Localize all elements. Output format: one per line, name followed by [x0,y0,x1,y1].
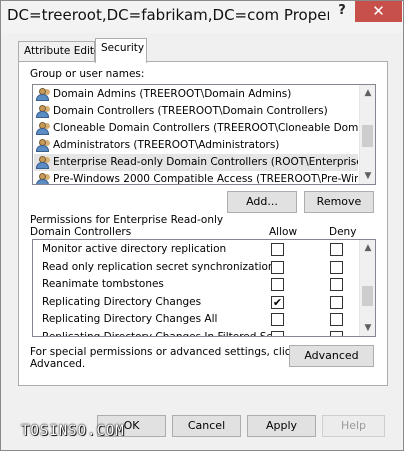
permission-name: Read only replication secret synchroniza… [42,261,275,273]
permission-row: Monitor active directory replication [33,241,360,258]
watermark: TOSINSO.COM [21,423,125,439]
advanced-hint-line1: For special permissions or advanced sett… [30,346,297,358]
allow-checkbox[interactable] [271,243,284,256]
permission-name: Monitor active directory replication [42,243,227,255]
user-group-icon [36,122,51,135]
group-list-scrollbar[interactable]: ▲ ▼ [359,85,375,184]
tab-security[interactable]: Security [95,38,147,63]
close-icon: ✕ [372,2,385,20]
scroll-down-icon[interactable]: ▼ [360,320,375,336]
permissions-label-line2: Domain Controllers [30,226,132,238]
permissions-list[interactable]: Monitor active directory replication Rea… [32,239,376,337]
allow-checkbox[interactable] [271,331,284,336]
permission-name: Reanimate tombstones [42,278,164,290]
properties-dialog: DC=treeroot,DC=fabrikam,DC=com Propertie… [0,0,404,451]
scroll-up-icon[interactable]: ▲ [360,240,375,256]
group-user-list[interactable]: Domain Admins (TREEROOT\Domain Admins) D… [32,84,376,185]
permission-name: Replicating Directory Changes [42,296,202,308]
list-item[interactable]: Administrators (TREEROOT\Administrators) [34,137,358,154]
apply-button[interactable]: Apply [247,415,316,437]
permission-row: Reanimate tombstones [33,276,360,293]
permission-row: Replicating Directory Changes All [33,311,360,328]
permissions-scrollbar[interactable]: ▲ ▼ [359,240,375,336]
close-button[interactable]: ✕ [355,1,402,22]
deny-checkbox[interactable] [330,331,343,336]
cancel-button[interactable]: Cancel [172,415,241,437]
permission-row: Read only replication secret synchroniza… [33,259,360,276]
advanced-button[interactable]: Advanced [289,345,374,367]
allow-checkbox[interactable] [271,313,284,326]
list-item-selected[interactable]: Enterprise Read-only Domain Controllers … [34,154,358,171]
help-button[interactable]: Help [322,415,385,437]
user-group-icon [36,156,51,169]
list-item[interactable]: Domain Controllers (TREEROOT\Domain Cont… [34,103,358,120]
deny-checkbox[interactable] [330,243,343,256]
scroll-thumb[interactable] [362,125,373,147]
permission-name: Replicating Directory Changes In Filtere… [42,331,277,337]
deny-checkbox[interactable] [330,296,343,309]
permission-row: Replicating Directory Changes ✔ [33,294,360,311]
deny-checkbox[interactable] [330,261,343,274]
remove-button[interactable]: Remove [304,191,374,213]
deny-checkbox[interactable] [330,313,343,326]
deny-checkbox[interactable] [330,278,343,291]
scroll-up-icon[interactable]: ▲ [360,85,375,101]
scroll-down-icon[interactable]: ▼ [360,168,375,184]
group-names-label: Group or user names: [30,68,145,80]
permissions-label-line1: Permissions for Enterprise Read-only [30,214,224,226]
allow-checkbox[interactable] [271,278,284,291]
list-item-label: Domain Controllers (TREEROOT\Domain Cont… [53,105,328,117]
user-group-icon [36,105,51,118]
help-title-button[interactable]: ? [329,1,355,22]
deny-column-header: Deny [329,226,357,238]
allow-checkbox[interactable] [271,261,284,274]
list-item[interactable]: Domain Admins (TREEROOT\Domain Admins) [34,86,358,103]
window-title: DC=treeroot,DC=fabrikam,DC=com Propertie… [7,6,360,24]
advanced-hint-line2: Advanced. [30,358,86,370]
allow-column-header: Allow [269,226,298,238]
permission-name: Replicating Directory Changes All [42,313,218,325]
question-icon: ? [338,3,346,18]
user-group-icon [36,139,51,152]
user-group-icon [36,173,51,184]
list-item-label: Administrators (TREEROOT\Administrators) [53,139,280,151]
list-item-label: Enterprise Read-only Domain Controllers … [53,156,358,168]
tab-attribute-editor[interactable]: Attribute Editor [18,41,105,62]
allow-checkbox-checked[interactable]: ✔ [271,296,284,309]
scroll-thumb[interactable] [362,286,373,306]
permission-row: Replicating Directory Changes In Filtere… [33,329,360,337]
list-item-label: Domain Admins (TREEROOT\Domain Admins) [53,88,292,100]
list-item[interactable]: Cloneable Domain Controllers (TREEROOT\C… [34,120,358,137]
list-item-label: Pre-Windows 2000 Compatible Access (TREE… [53,173,358,185]
list-item-label: Cloneable Domain Controllers (TREEROOT\C… [53,122,358,134]
add-button[interactable]: Add... [227,191,297,213]
user-group-icon [36,88,51,101]
title-bar[interactable]: DC=treeroot,DC=fabrikam,DC=com Propertie… [1,1,403,33]
list-item[interactable]: Pre-Windows 2000 Compatible Access (TREE… [34,171,358,185]
